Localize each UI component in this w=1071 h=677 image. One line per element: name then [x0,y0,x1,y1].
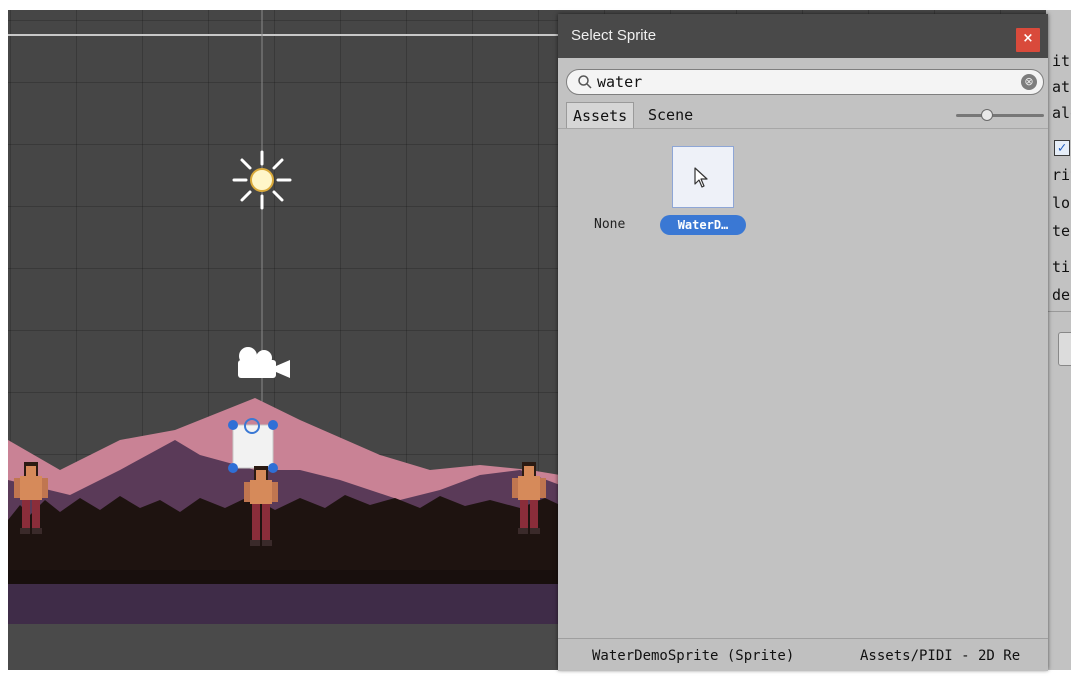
selected-sprite-gizmo [228,418,278,473]
window-frame-left [0,0,8,677]
camera-icon [238,347,290,378]
tab-assets[interactable]: Assets [566,102,635,128]
inspector-divider [1046,311,1071,312]
asset-grid [558,128,1048,639]
inspector-label-order: der [1052,286,1071,304]
ground-bottom [8,624,560,670]
inspector-enable-checkbox[interactable]: ✓ [1054,140,1070,156]
sun-icon [232,150,292,210]
zoom-slider-thumb[interactable] [981,109,993,121]
inspector-label-position: iti [1052,52,1071,70]
search-field[interactable]: ⊗ [566,69,1044,95]
status-selected-name: WaterDemoSprite (Sprite) [592,648,795,664]
window-frame-bottom [0,670,1071,677]
inspector-label-sorting: tir [1052,258,1071,276]
status-bar: WaterDemoSprite (Sprite) Assets/PIDI - 2… [558,638,1048,671]
select-sprite-dialog: Select Sprite × ⊗ Assets Scene None Wate… [558,14,1048,671]
zoom-slider-track [956,114,1044,117]
sprite-item-label[interactable]: WaterD… [660,215,746,235]
dialog-titlebar[interactable]: Select Sprite × [558,14,1048,58]
sprite-thumbnail[interactable] [672,146,734,208]
dialog-title: Select Sprite [571,27,657,44]
none-option[interactable]: None [594,217,625,232]
tab-scene[interactable]: Scene [642,102,699,128]
close-button[interactable]: × [1016,28,1040,52]
search-icon [578,75,592,89]
zoom-slider[interactable] [956,109,1044,121]
inspector-label-sprite: rite [1052,166,1071,184]
inspector-label-scale: ale [1052,104,1071,122]
inspector-panel: iti ati ale ✓ rite lor ter tir der [1046,10,1071,670]
inspector-label-material: ter [1052,222,1071,240]
mouse-cursor-icon [694,167,708,188]
inspector-add-component-button[interactable] [1058,332,1071,366]
ground-dark [8,570,560,584]
window-frame-top [0,0,1071,10]
inspector-label-rotation: ati [1052,78,1071,96]
forest-silhouette [8,495,560,575]
status-asset-path: Assets/PIDI - 2D Re [860,648,1021,664]
inspector-label-color: lor [1052,194,1071,212]
search-input[interactable] [597,72,1007,92]
ground-purple [8,584,560,624]
clear-search-icon[interactable]: ⊗ [1021,74,1037,90]
